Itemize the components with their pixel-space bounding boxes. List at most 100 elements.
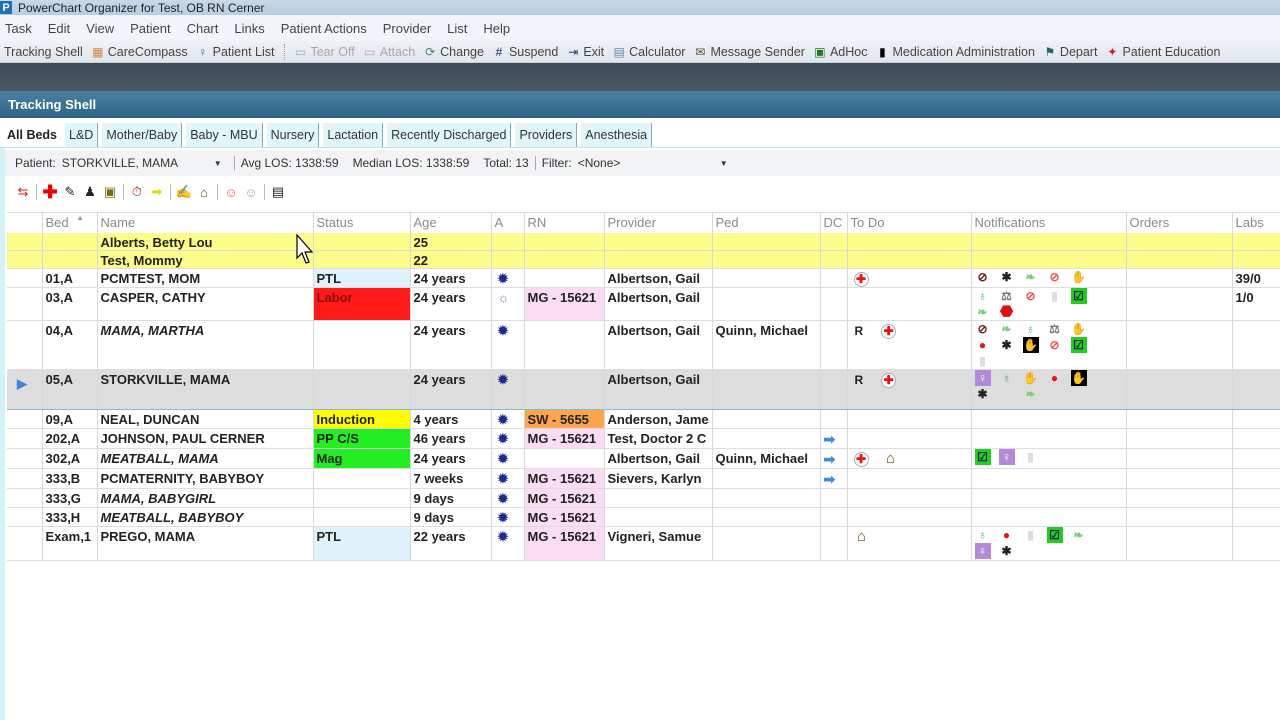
- leaf-icon[interactable]: ❧: [999, 321, 1015, 337]
- filter-select[interactable]: <None> ▼: [578, 156, 728, 170]
- hand-icon[interactable]: ✋: [1070, 370, 1087, 386]
- nurse-icon[interactable]: ☺: [221, 183, 241, 201]
- menu-provider[interactable]: Provider: [383, 21, 431, 36]
- column-header-age[interactable]: Age: [410, 212, 492, 233]
- bee-icon[interactable]: ✱: [999, 269, 1015, 285]
- exit-button[interactable]: ⇥ Exit: [566, 45, 604, 59]
- menu-patient-actions[interactable]: Patient Actions: [281, 21, 367, 36]
- leaf-icon[interactable]: ❧: [1023, 386, 1039, 402]
- pregnancy-icon[interactable]: ♀: [974, 543, 991, 559]
- medical-cross-icon[interactable]: ✚: [881, 373, 897, 388]
- tab-anesthesia[interactable]: Anesthesia: [581, 123, 653, 147]
- cell-labs[interactable]: 39/0: [1232, 268, 1280, 288]
- no-smoking-icon[interactable]: ⊘: [975, 321, 991, 337]
- discharge-arrow-icon[interactable]: ➡: [824, 431, 836, 447]
- cell-labs[interactable]: 1/0: [1232, 287, 1280, 321]
- gloves-icon[interactable]: ✋: [1023, 371, 1039, 387]
- carecompass-button[interactable]: ▦ CareCompass: [91, 45, 188, 59]
- tab-mother-baby[interactable]: Mother/Baby: [102, 123, 183, 147]
- row-indicator[interactable]: [7, 526, 43, 561]
- row-indicator[interactable]: [7, 287, 43, 321]
- column-header-status[interactable]: Status: [313, 212, 411, 233]
- edit-note-icon[interactable]: ✎: [60, 183, 80, 201]
- todo-r-icon[interactable]: R: [855, 324, 864, 338]
- column-header-rn[interactable]: RN: [524, 212, 605, 233]
- table-row[interactable]: 01,A PCMTEST, MOM PTL 24 years ✹ Albertson, G…: [7, 268, 1280, 288]
- change-button[interactable]: ⟳ Change: [423, 45, 484, 59]
- table-row[interactable]: ▶ 05,A STORKVILLE, MAMA 24 years ✹ Albertson,…: [7, 369, 1280, 410]
- bottle-icon[interactable]: ▮: [999, 386, 1015, 402]
- patient-list-button[interactable]: ♀ Patient List: [196, 45, 274, 59]
- cell-name[interactable]: MEATBALL, BABYBOY: [97, 507, 314, 527]
- document-edit-icon[interactable]: ✍: [174, 183, 194, 201]
- menu-edit[interactable]: Edit: [48, 21, 70, 36]
- suspend-button[interactable]: # Suspend: [492, 45, 559, 59]
- column-header-notifications[interactable]: Notifications: [971, 212, 1127, 233]
- patient-education-button[interactable]: ✦ Patient Education: [1105, 45, 1220, 59]
- row-indicator[interactable]: [7, 507, 43, 527]
- report-icon[interactable]: ▤: [268, 183, 288, 201]
- ambulance-icon[interactable]: ⇆: [13, 183, 33, 201]
- cell-name[interactable]: PCMATERNITY, BABYBOY: [97, 468, 314, 489]
- table-row[interactable]: 333,G MAMA, BABYGIRL 9 days ✹ MG - 15621: [7, 488, 1280, 508]
- house-icon[interactable]: ⌂: [883, 451, 899, 467]
- patient-select[interactable]: STORKVILLE, MAMA ▼: [62, 156, 222, 170]
- checklist-icon[interactable]: ☑: [974, 449, 991, 465]
- cell-name[interactable]: MAMA, MARTHA: [97, 320, 314, 370]
- row-indicator[interactable]: [7, 268, 43, 288]
- person-icon[interactable]: ♟: [80, 183, 100, 201]
- medication-administration-button[interactable]: ▮ Medication Administration: [875, 45, 1035, 59]
- checklist-icon[interactable]: ☑: [1070, 337, 1087, 353]
- table-row[interactable]: 333,H MEATBALL, BABYBOY 9 days ✹ MG - 15621: [7, 507, 1280, 527]
- leaf-icon[interactable]: ❧: [1023, 269, 1039, 285]
- bee-icon[interactable]: ✱: [999, 337, 1015, 353]
- house-icon[interactable]: ⌂: [854, 529, 870, 545]
- apple-icon[interactable]: ●: [999, 527, 1015, 543]
- clock-icon[interactable]: ⏱: [127, 183, 147, 201]
- discharge-arrow-icon[interactable]: ➡: [824, 451, 836, 467]
- tab-nursery[interactable]: Nursery: [266, 123, 320, 147]
- table-row[interactable]: Alberts, Betty Lou 25: [7, 232, 1280, 251]
- cell-name[interactable]: MEATBALL, MAMA: [97, 448, 314, 469]
- folder-lock-icon[interactable]: ▣: [100, 183, 120, 201]
- bottle-icon[interactable]: ▮: [1023, 527, 1039, 543]
- tear-off-button[interactable]: ▭ Tear Off: [293, 45, 355, 59]
- checklist-icon[interactable]: ☑: [1046, 527, 1063, 543]
- row-indicator[interactable]: [7, 232, 43, 251]
- pregnancy-icon[interactable]: ♀: [998, 449, 1015, 465]
- row-indicator[interactable]: [7, 428, 43, 449]
- cell-name[interactable]: MAMA, BABYGIRL: [97, 488, 314, 508]
- arrow-right-icon[interactable]: ➡: [147, 183, 167, 201]
- column-header-to-do[interactable]: To Do: [847, 212, 972, 233]
- depart-button[interactable]: ⚑ Depart: [1043, 45, 1098, 59]
- scale-icon[interactable]: ⚖: [1047, 321, 1063, 337]
- table-row[interactable]: 302,A MEATBALL, MAMA Mag 24 years ✹ Albertson…: [7, 448, 1280, 469]
- table-row[interactable]: Exam,1 PREGO, MAMA PTL 22 years ✹ MG - 15621 V…: [7, 526, 1280, 561]
- tab-l-d[interactable]: L&D: [65, 123, 99, 147]
- toolbar-grip[interactable]: [284, 43, 288, 60]
- cell-name[interactable]: JOHNSON, PAUL CERNER: [97, 428, 314, 449]
- prohibited-icon[interactable]: ⊘: [1047, 269, 1063, 285]
- column-header-labs[interactable]: Labs: [1232, 212, 1280, 233]
- todo-r-icon[interactable]: R: [855, 373, 864, 387]
- row-indicator[interactable]: [7, 488, 43, 508]
- column-header-a[interactable]: A: [491, 212, 525, 233]
- apple-icon[interactable]: ●: [975, 337, 991, 353]
- message-sender-button[interactable]: ✉ Message Sender: [693, 45, 805, 59]
- column-header-orders[interactable]: Orders: [1126, 212, 1233, 233]
- tab-recently-discharged[interactable]: Recently Discharged: [387, 123, 512, 147]
- adhoc-button[interactable]: ▣ AdHoc: [813, 45, 867, 59]
- pregnancy-icon[interactable]: ♀: [974, 370, 991, 386]
- bottle-icon[interactable]: ▮: [1047, 288, 1063, 304]
- row-indicator[interactable]: [7, 468, 43, 489]
- add-medical-icon[interactable]: ✚: [40, 182, 60, 202]
- prohibited-icon[interactable]: ⊘: [1047, 337, 1063, 353]
- row-indicator[interactable]: ▶: [7, 369, 43, 410]
- bottle-blue-icon[interactable]: ♁: [999, 371, 1015, 387]
- calculator-button[interactable]: ▤ Calculator: [612, 45, 685, 59]
- bottle-blue-icon[interactable]: ♁: [1023, 321, 1039, 337]
- bottle-blue-icon[interactable]: ♁: [975, 527, 991, 543]
- row-indicator[interactable]: [7, 250, 43, 269]
- row-indicator[interactable]: [7, 448, 43, 469]
- menu-list[interactable]: List: [447, 21, 467, 36]
